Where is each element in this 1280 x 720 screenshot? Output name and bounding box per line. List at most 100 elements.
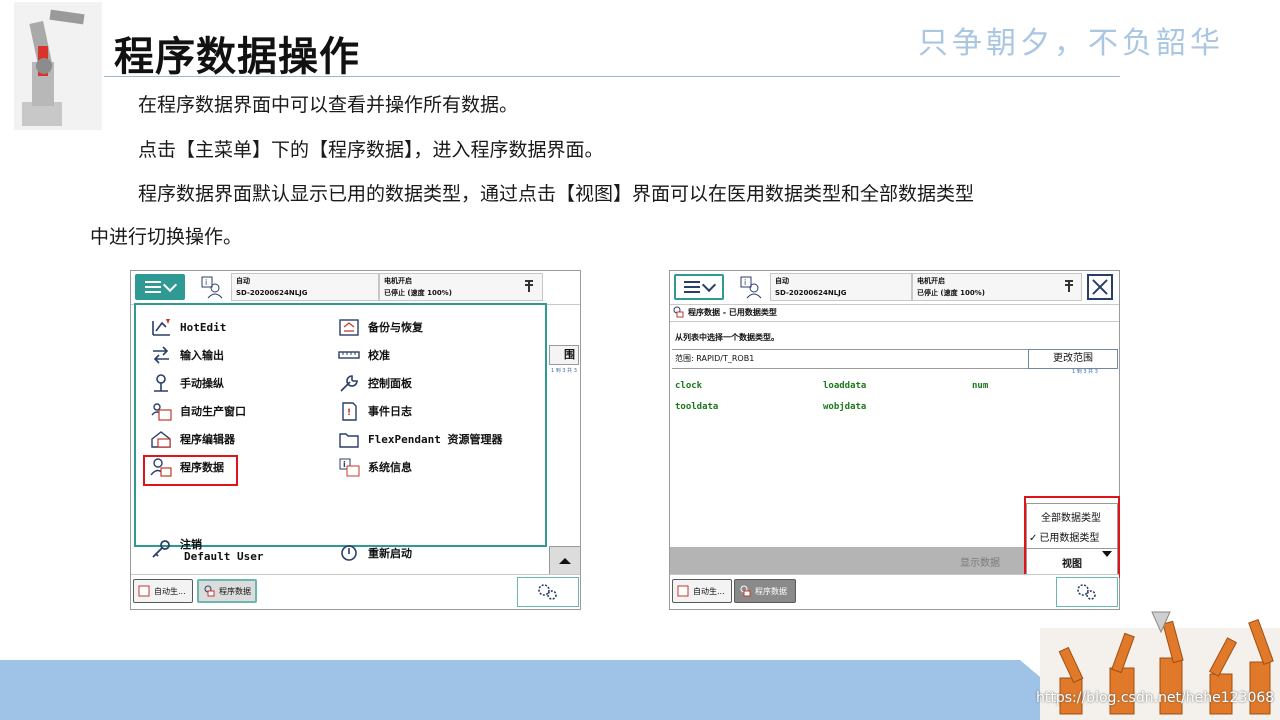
hamburger-icon <box>145 281 161 293</box>
slide-motto: 只争朝夕，不负韶华 <box>918 26 1224 61</box>
task-label: 自动生... <box>154 586 186 596</box>
hotedit-icon <box>152 319 170 336</box>
logged-in-user: Default User <box>184 550 264 563</box>
calibration-icon <box>338 351 360 359</box>
control-panel-icon <box>340 375 358 392</box>
menu-item-calibration[interactable]: 校准 <box>338 345 390 365</box>
task-label: 程序数据 <box>755 586 787 596</box>
background-button-fragment: 围 <box>549 345 579 365</box>
menu-item-label: 重新启动 <box>368 547 412 560</box>
mode-text: 自动 <box>775 277 789 285</box>
motor-state: 电机开启 <box>917 277 945 285</box>
power-icon <box>341 545 357 561</box>
restart-item[interactable]: 重新启动 <box>338 543 412 563</box>
menu-item-jog[interactable]: 手动操纵 <box>150 373 224 393</box>
scope-row: 范围: RAPID/T_ROB1 更改范围 <box>672 349 1118 369</box>
quickset-button[interactable] <box>517 577 579 607</box>
background-counter: 1 到 3 共 3 <box>551 368 577 374</box>
breadcrumb: 程序数据 - 已用数据类型 <box>672 306 777 318</box>
paragraph-1: 在程序数据界面中可以查看并操作所有数据。 <box>138 94 519 116</box>
speed-indicator <box>513 273 543 301</box>
data-type-loaddata[interactable]: loaddata <box>823 381 866 391</box>
scroll-up-button[interactable] <box>549 546 581 576</box>
divider <box>670 321 1119 322</box>
task-auto-window[interactable]: 自动生... <box>672 579 732 603</box>
tp-header: i 自动 SD-20200624NLJG 电机开启 已停止 (速度 100%) <box>131 271 580 305</box>
paragraph-3: 程序数据界面默认显示已用的数据类型，通过点击【视图】界面可以在医用数据类型和全部… <box>138 183 975 205</box>
backup-icon <box>339 319 359 336</box>
io-icon <box>153 346 169 364</box>
menu-item-explorer[interactable]: FlexPendant 资源管理器 <box>338 429 502 449</box>
show-data-button[interactable]: 显示数据 <box>960 554 1000 569</box>
program-data-icon <box>673 306 684 318</box>
menu-item-auto-window[interactable]: 自动生产窗口 <box>150 401 246 421</box>
menu-item-label: HotEdit <box>180 320 227 334</box>
status-mode: 自动 SD-20200624NLJG <box>231 273 379 301</box>
logout-item[interactable]: 注销 Default User <box>150 539 263 563</box>
paragraph-2: 点击【主菜单】下的【程序数据】，进入程序数据界面。 <box>138 139 604 161</box>
data-type-clock[interactable]: clock <box>675 381 702 391</box>
main-menu-button[interactable] <box>674 274 724 300</box>
change-scope-button[interactable]: 更改范围 <box>1028 349 1118 369</box>
operator-info-icon[interactable]: i <box>739 275 763 299</box>
controller-name: SD-20200624NLJG <box>775 289 847 297</box>
program-data-icon <box>204 585 215 597</box>
paragraph-3-continued: 中进行切换操作。 <box>90 226 243 248</box>
menu-item-label: 手动操纵 <box>180 377 224 390</box>
data-type-tooldata[interactable]: tooldata <box>675 402 718 412</box>
menu-item-label: 事件日志 <box>368 405 412 418</box>
task-auto-window[interactable]: 自动生... <box>133 579 193 603</box>
svg-text:i: i <box>744 278 746 287</box>
flexpendant-main-menu-screenshot: i 自动 SD-20200624NLJG 电机开启 已停止 (速度 100%) … <box>130 270 581 610</box>
mode-text: 自动 <box>236 277 250 285</box>
triangle-up-icon <box>559 558 571 564</box>
task-program-data[interactable]: 程序数据 <box>197 579 257 603</box>
auto-window-icon <box>138 585 150 597</box>
menu-item-control-panel[interactable]: 控制面板 <box>338 373 412 393</box>
menu-item-event-log[interactable]: ! 事件日志 <box>338 401 412 421</box>
menu-item-system-info[interactable]: i 系统信息 <box>338 457 412 477</box>
data-type-wobjdata[interactable]: wobjdata <box>823 402 866 412</box>
menu-item-hotedit[interactable]: HotEdit <box>150 317 226 337</box>
auto-window-icon <box>151 403 172 421</box>
view-menu-highlight <box>1024 496 1120 578</box>
operator-info-icon[interactable]: i <box>200 275 224 299</box>
controller-name: SD-20200624NLJG <box>236 289 308 297</box>
event-log-icon: ! <box>342 402 357 421</box>
menu-item-label: 输入输出 <box>180 349 224 362</box>
gear-icon <box>538 584 557 600</box>
chevron-down-icon <box>162 277 178 292</box>
flexpendant-program-data-screenshot: i 自动 SD-20200624NLJG 电机开启 已停止 (速度 100%) … <box>669 270 1120 610</box>
hamburger-icon <box>684 281 700 293</box>
menu-item-label: 系统信息 <box>368 461 412 474</box>
close-button[interactable] <box>1087 274 1113 300</box>
editor-icon <box>151 431 171 448</box>
data-type-num[interactable]: num <box>972 381 988 391</box>
menu-item-label: 程序编辑器 <box>180 433 235 446</box>
scope-text: 范围: RAPID/T_ROB1 <box>675 354 755 363</box>
menu-item-label: 自动生产窗口 <box>180 405 246 418</box>
svg-text:i: i <box>205 278 207 287</box>
menu-item-backup[interactable]: 备份与恢复 <box>338 317 423 337</box>
robot-arm-logo <box>14 2 102 130</box>
menu-item-io[interactable]: 输入输出 <box>150 345 224 365</box>
breadcrumb-text: 程序数据 - 已用数据类型 <box>688 307 777 317</box>
svg-text:i: i <box>343 460 346 469</box>
logout-text: 注销 Default User <box>180 539 263 563</box>
task-label: 自动生... <box>693 586 725 596</box>
auto-window-icon <box>677 585 689 597</box>
taskbar: 自动生... 程序数据 <box>131 574 580 609</box>
title-divider <box>104 76 1120 77</box>
program-data-highlight <box>143 455 238 486</box>
slide-title: 程序数据操作 <box>114 33 360 80</box>
task-program-data[interactable]: 程序数据 <box>734 579 796 603</box>
chevron-down-icon <box>701 277 717 292</box>
menu-item-program-editor[interactable]: 程序编辑器 <box>150 429 235 449</box>
main-menu-popup: HotEdit 输入输出 手动操纵 自动生产窗口 程序编辑器 程序数据 备份与恢… <box>134 303 547 563</box>
item-counter: 1 到 3 共 3 <box>1072 369 1098 375</box>
main-menu-button[interactable] <box>135 274 185 300</box>
menu-item-label: 控制面板 <box>368 377 412 390</box>
tp-header: i 自动 SD-20200624NLJG 电机开启 已停止 (速度 100%) <box>670 271 1119 305</box>
system-info-icon: i <box>339 458 360 477</box>
speed-icon <box>525 280 533 292</box>
